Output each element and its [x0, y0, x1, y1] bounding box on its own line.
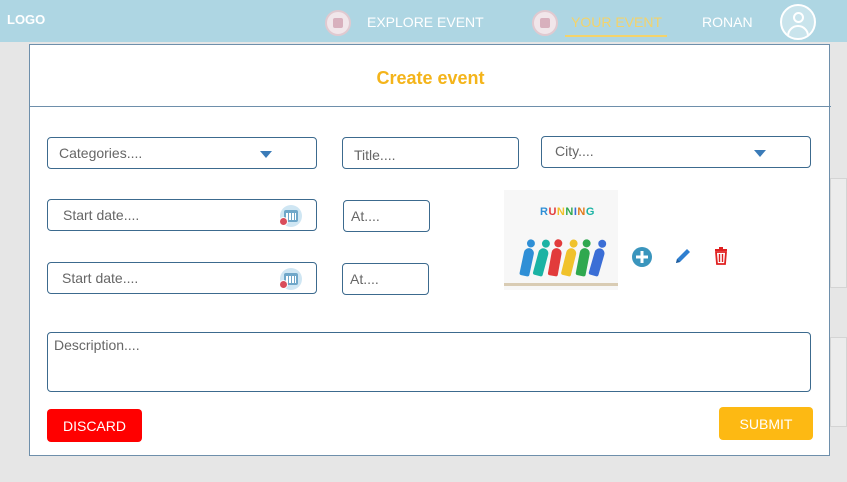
background-card [830, 337, 847, 427]
description-textarea[interactable]: Description.... [47, 332, 811, 392]
delete-image-icon[interactable] [709, 244, 733, 268]
edit-image-icon[interactable] [671, 244, 695, 268]
your-event-icon [532, 10, 558, 36]
logo[interactable]: LOGO [7, 12, 45, 27]
calendar-icon[interactable] [279, 205, 302, 227]
description-placeholder: Description.... [54, 337, 140, 353]
start-time-input-2[interactable]: At.... [342, 263, 429, 295]
modal-divider [30, 106, 831, 107]
background-card [830, 178, 847, 288]
submit-button[interactable]: SUBMIT [719, 407, 813, 440]
title-placeholder: Title.... [354, 147, 396, 163]
active-tab-underline [565, 35, 667, 37]
create-event-modal: Create event Categories.... Title.... Ci… [29, 44, 831, 456]
nav-explore-event[interactable]: EXPLORE EVENT [367, 14, 484, 30]
start-date-input-1[interactable]: Start date.... [47, 199, 317, 231]
calendar-icon[interactable] [279, 268, 302, 290]
start-time-input-1[interactable]: At.... [343, 200, 430, 232]
categories-select[interactable]: Categories.... [47, 137, 317, 169]
event-image: RUNNING [504, 190, 618, 290]
modal-title: Create event [376, 68, 485, 88]
image-ground [504, 283, 618, 286]
avatar[interactable] [780, 4, 816, 40]
chevron-down-icon [754, 150, 766, 157]
runner-figure [532, 247, 550, 277]
nav-user-name[interactable]: RONAN [702, 14, 753, 30]
city-placeholder: City.... [555, 143, 594, 159]
start-date-placeholder: Start date.... [63, 207, 140, 223]
explore-event-icon [325, 10, 351, 36]
city-select[interactable]: City.... [541, 136, 811, 168]
runner-figure [588, 247, 606, 277]
start-date-placeholder: Start date.... [62, 270, 139, 286]
categories-placeholder: Categories.... [59, 145, 143, 161]
title-input[interactable]: Title.... [342, 137, 519, 169]
top-nav-bar: LOGO EXPLORE EVENT YOUR EVENT RONAN [0, 0, 847, 42]
at-placeholder: At.... [350, 271, 379, 287]
nav-your-event[interactable]: YOUR EVENT [571, 14, 662, 30]
add-image-icon[interactable] [630, 245, 654, 269]
at-placeholder: At.... [351, 208, 380, 224]
start-date-input-2[interactable]: Start date.... [47, 262, 317, 294]
discard-button[interactable]: DISCARD [47, 409, 142, 442]
chevron-down-icon [260, 151, 272, 158]
image-running-text: RUNNING [540, 206, 595, 218]
